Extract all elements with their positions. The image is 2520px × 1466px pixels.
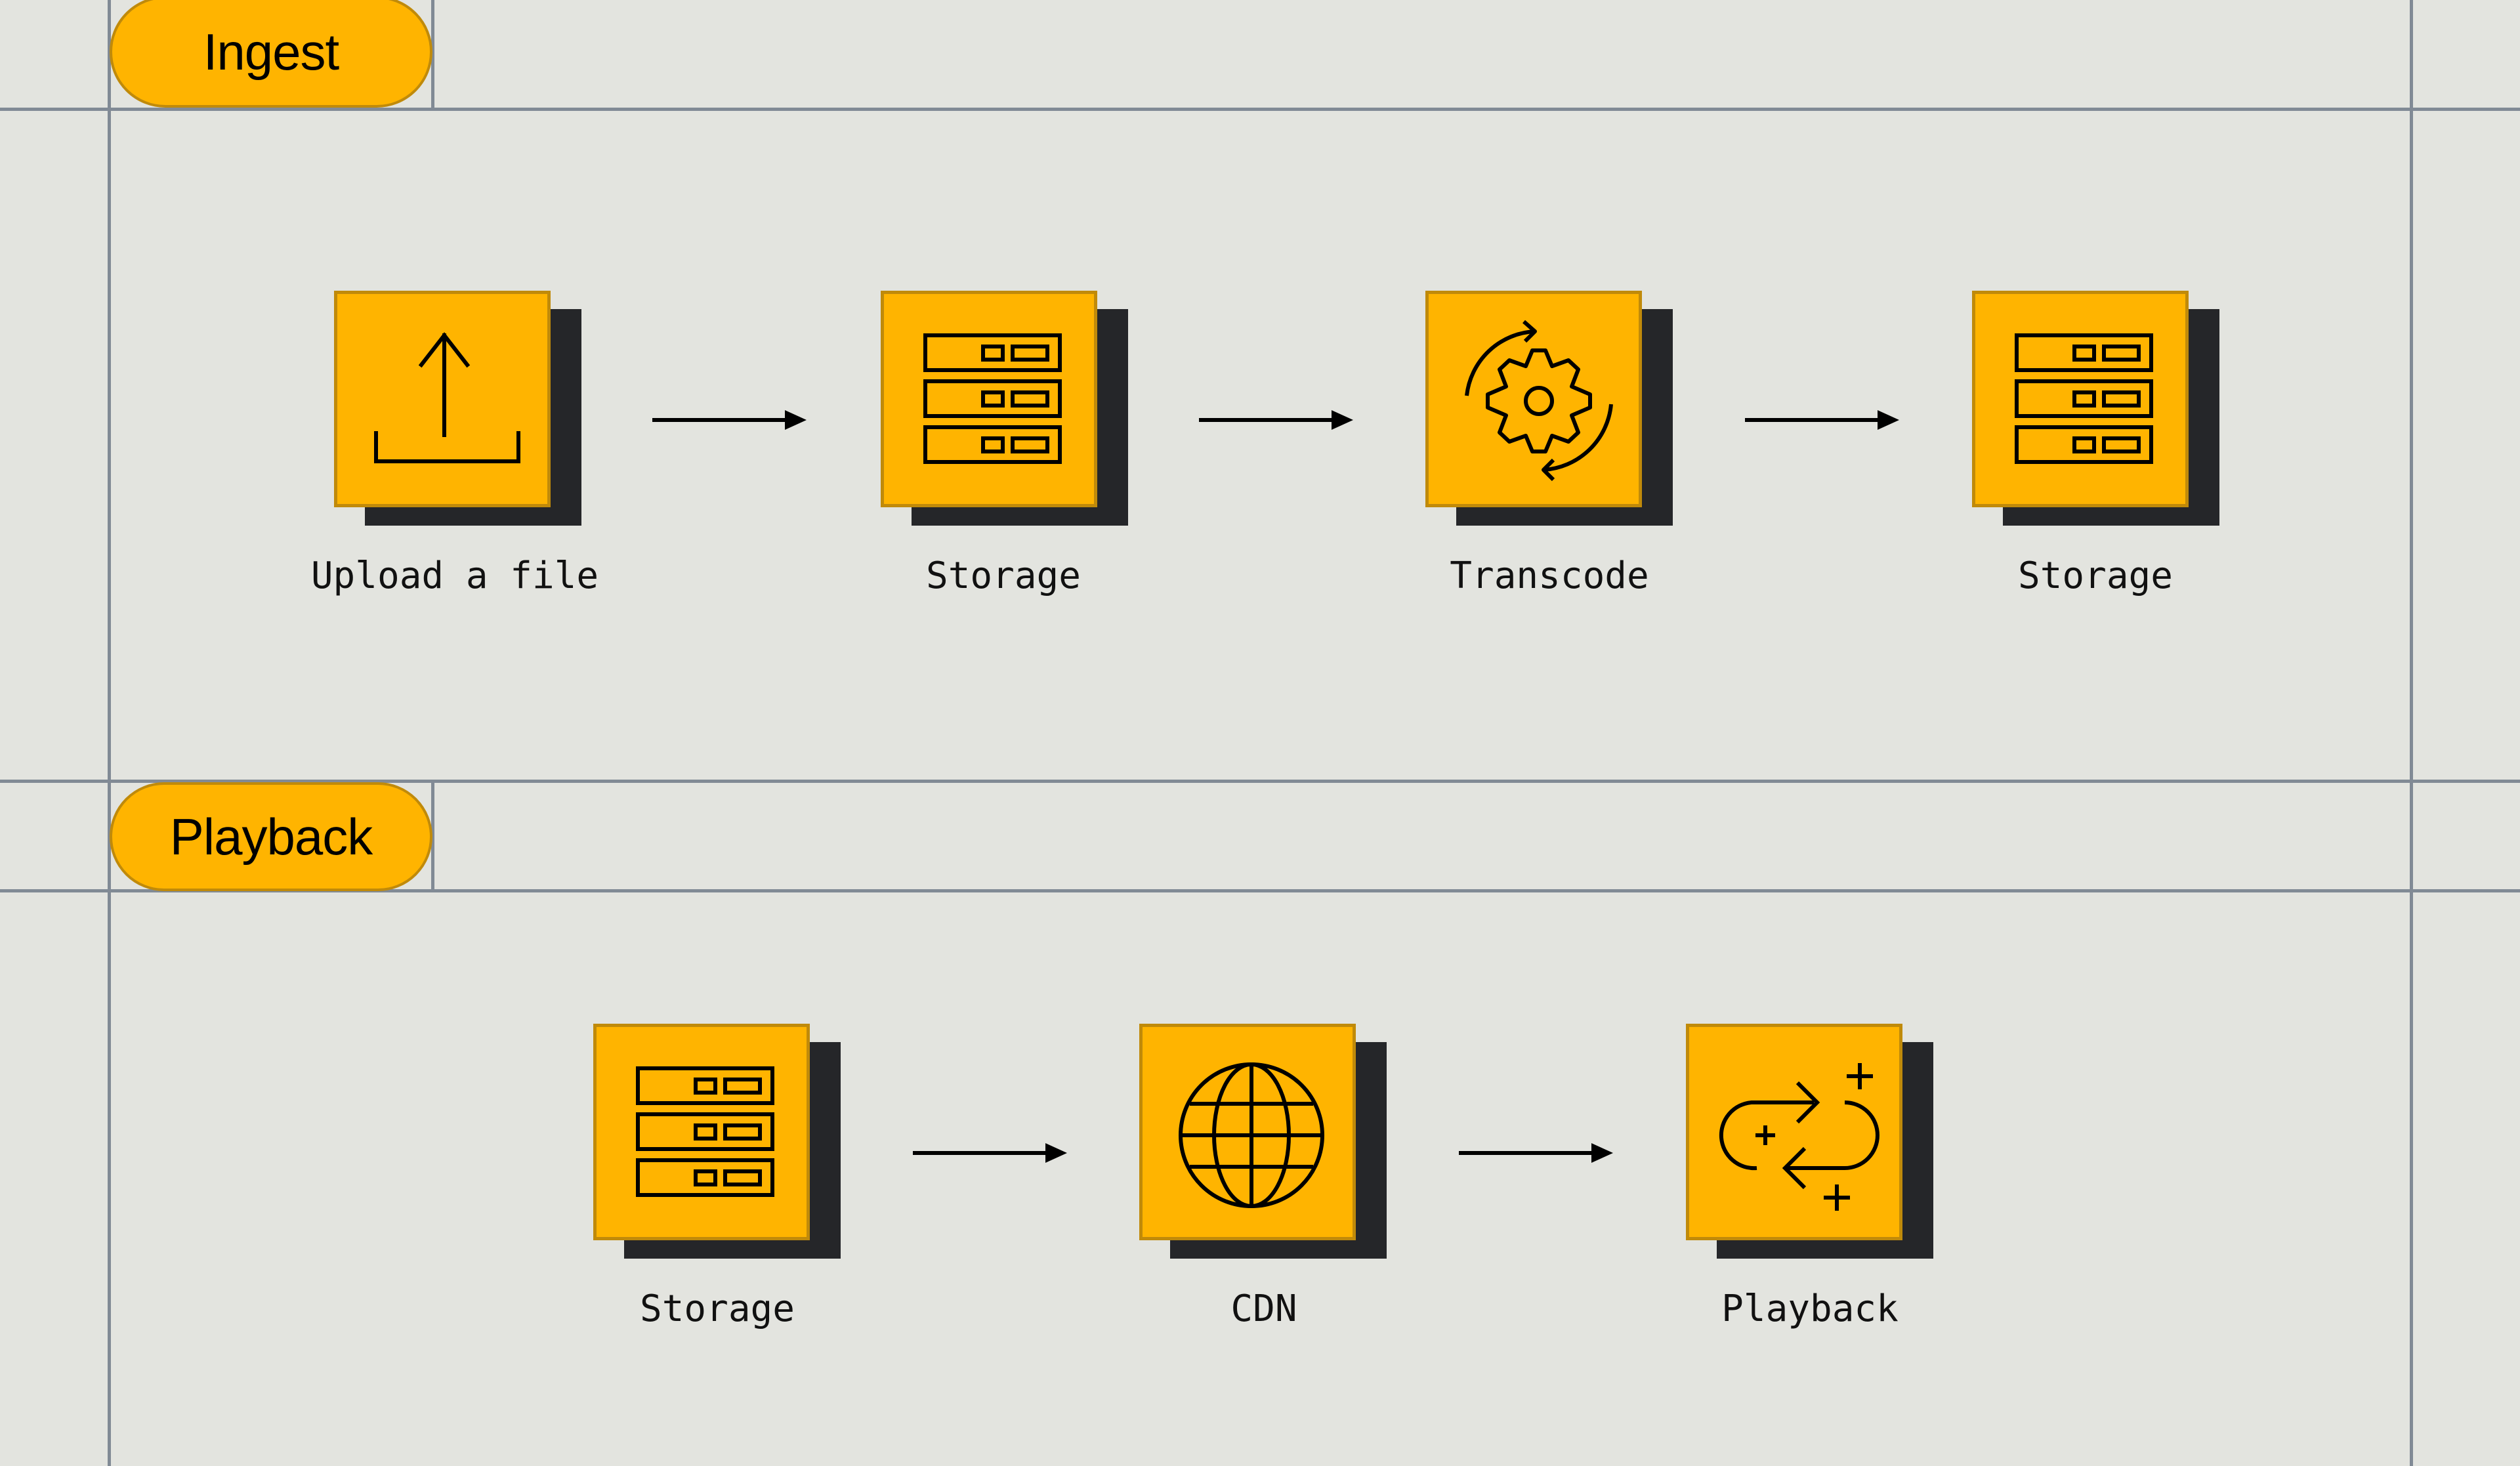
node-box [1686,1024,1902,1240]
node-storage-playback[interactable] [593,1024,843,1273]
node-storage-ingest-1[interactable] [881,291,1130,540]
node-label: Storage [925,555,1081,597]
node-box [881,291,1097,507]
gear-cycle-icon [1465,320,1613,482]
node-cdn[interactable] [1139,1024,1389,1273]
flow-arrow [1459,1143,1613,1163]
node-box [1972,291,2189,507]
section-label-playback: Playback [110,782,432,891]
node-label: Storage [639,1288,795,1330]
node-storage-ingest-2[interactable] [1972,291,2221,540]
node-box [1139,1024,1356,1240]
upload-icon [374,332,520,463]
node-upload[interactable] [334,291,583,540]
globe-icon [1179,1062,1324,1208]
node-label: Upload a file [310,555,599,597]
grid-line-left [108,0,111,1466]
node-label: CDN [1230,1288,1297,1330]
loop-sparkle-icon [1719,1063,1880,1211]
server-icon [923,333,1062,464]
flow-arrow [652,410,807,430]
flow-arrow [1199,410,1353,430]
grid-line-right [2410,0,2413,1466]
flow-arrow [913,1143,1067,1163]
node-label: Storage [2017,555,2173,597]
node-transcode[interactable] [1425,291,1675,540]
node-box [593,1024,810,1240]
server-icon [2015,333,2153,464]
node-box [334,291,551,507]
node-label: Playback [1721,1288,1899,1330]
server-icon [636,1066,774,1197]
node-label: Transcode [1450,555,1649,597]
grid-line-top [0,108,2520,111]
flow-arrow [1745,410,1899,430]
node-playback[interactable] [1686,1024,1935,1273]
section-label-ingest: Ingest [110,0,432,108]
node-box [1425,291,1642,507]
